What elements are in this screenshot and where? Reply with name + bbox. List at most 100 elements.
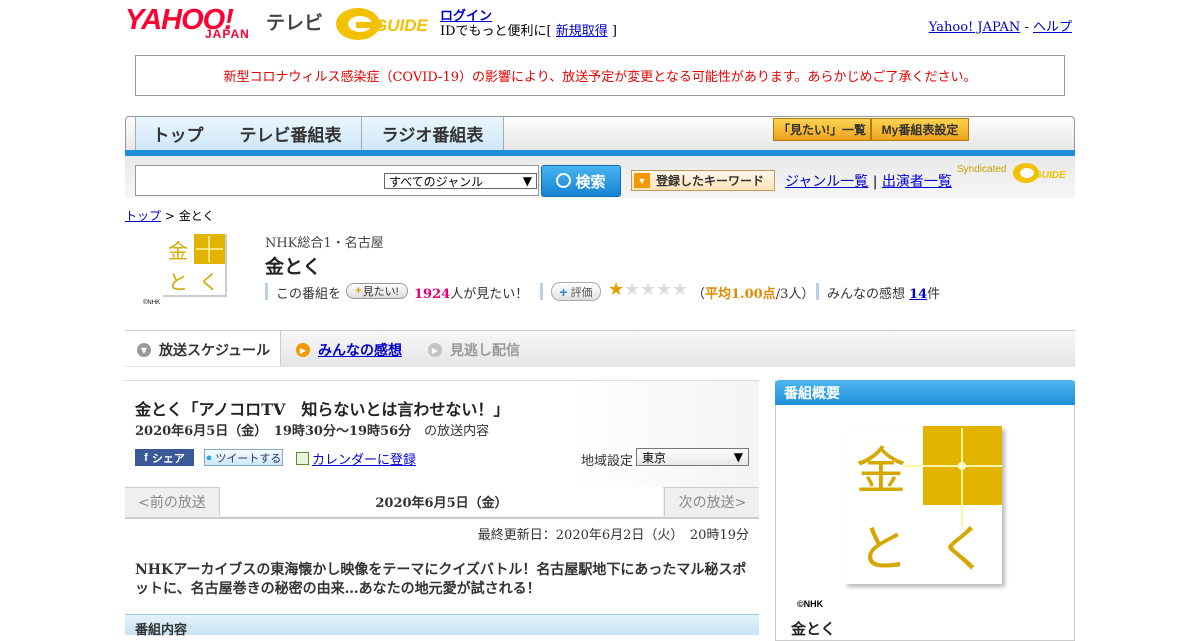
want-suffix: 人が見たい！ xyxy=(450,287,529,302)
tab-schedule[interactable]: ▼ 放送スケジュール xyxy=(137,340,270,360)
keyword-button[interactable]: ▼ 登録したキーワード xyxy=(631,170,775,191)
star-empty-icon: ★ xyxy=(672,279,689,300)
rate-button-label: 評価 xyxy=(570,286,593,299)
want-button[interactable]: + 見たい! xyxy=(346,283,408,299)
share-label: シェア xyxy=(151,452,185,465)
divider xyxy=(265,283,268,300)
tab-catchup[interactable]: ▶ 見逃し配信 xyxy=(428,340,520,360)
star-empty-icon: ★ xyxy=(656,279,673,300)
program-image: 金 と く xyxy=(844,426,1002,584)
tab-schedule-label: 放送スケジュール xyxy=(159,343,271,359)
yahoo-japan-label: JAPAN xyxy=(205,27,250,41)
rating-open: （ xyxy=(692,287,706,302)
genre-links: ジャンル一覧 | 出演者一覧 xyxy=(785,171,952,191)
episode-datetime-line: 2020年6月5日（金） 19時30分～19時56分 の放送内容 xyxy=(135,420,489,439)
breadcrumb-current: 金とく xyxy=(178,209,215,223)
impressions-count-link[interactable]: 14 xyxy=(909,287,927,302)
rating-average: 平均1.00点 xyxy=(705,287,776,302)
search-button[interactable]: 検索 xyxy=(541,165,621,197)
login-sub-prefix: IDでもっと便利に[ xyxy=(440,24,556,39)
chevron-right-icon: ▶ xyxy=(296,343,310,357)
genre-select[interactable]: すべてのジャンル ▼ xyxy=(384,173,537,189)
genre-links-separator: | xyxy=(872,174,878,190)
svg-text:金: 金 xyxy=(168,239,188,263)
overview-program-name: 金とく xyxy=(791,620,836,638)
performers-link[interactable]: 出演者一覧 xyxy=(882,174,952,190)
breadcrumb: トップ > 金とく xyxy=(125,207,214,224)
search-button-label: 検索 xyxy=(575,173,606,191)
plus-icon: + xyxy=(355,285,362,297)
last-updated: 最終更新日：2020年6月2日（火） 20時19分 xyxy=(477,528,749,543)
program-logo: 金 と く xyxy=(163,234,227,297)
tab-tv-schedule[interactable]: テレビ番組表 xyxy=(220,117,362,150)
next-broadcast-button[interactable]: 次の放送> xyxy=(664,487,760,516)
tab-radio-schedule[interactable]: ラジオ番組表 xyxy=(362,117,504,150)
login-sub: IDでもっと便利に[ 新規取得 ] xyxy=(440,20,617,39)
calendar-register[interactable]: カレンダーに登録 xyxy=(296,449,416,468)
rating-count: /3人） xyxy=(775,287,815,302)
svg-text:GUIDE: GUIDE xyxy=(1034,170,1066,181)
episode-description: NHKアーカイブスの東海懐かし映像をテーマにクイズバトル！名古屋駅地下にあったマ… xyxy=(135,562,747,597)
episode-datetime-suffix: の放送内容 xyxy=(411,424,490,439)
search-icon xyxy=(556,172,572,188)
impressions-suffix: 件 xyxy=(927,287,941,302)
star-filled-icon: ★ xyxy=(608,279,625,300)
svg-text:く: く xyxy=(938,520,988,578)
facebook-share-button[interactable]: f シェア xyxy=(135,449,194,466)
tv-label: テレビ xyxy=(266,13,324,34)
episode-title: 金とく「アノコロTV 知らないとは言わせない！」 xyxy=(135,400,510,419)
facebook-icon: f xyxy=(144,451,148,464)
help-link[interactable]: ヘルプ xyxy=(1033,20,1072,35)
star-empty-icon: ★ xyxy=(640,279,657,300)
tab-impressions[interactable]: ▶ みんなの感想 xyxy=(296,340,402,360)
genre-list-link[interactable]: ジャンル一覧 xyxy=(785,174,868,190)
tab-catchup-label: 見逃し配信 xyxy=(450,343,520,359)
prev-broadcast-button[interactable]: <前の放送 xyxy=(125,487,220,516)
program-channel: NHK総合1・名古屋 xyxy=(265,236,384,251)
star-empty-icon: ★ xyxy=(624,279,641,300)
svg-text:と: と xyxy=(168,270,188,294)
breadcrumb-top[interactable]: トップ xyxy=(125,209,161,223)
impressions-prefix: みんなの感想 xyxy=(827,287,910,302)
tweet-button[interactable]: ● ツイートする xyxy=(204,449,283,466)
divider xyxy=(816,283,819,300)
arrow-down-icon: ▼ xyxy=(634,173,650,188)
tweet-label: ツイートする xyxy=(215,452,282,465)
select-arrow-icon: ▼ xyxy=(733,450,743,464)
want-count-line: 1924人が見たい！ xyxy=(414,283,528,302)
calendar-link[interactable]: カレンダーに登録 xyxy=(312,453,416,468)
want-button-label: 見たい! xyxy=(362,286,399,298)
program-logo-credit: ©NHK xyxy=(143,300,161,306)
want-prefix: この番組を xyxy=(276,287,342,302)
chevron-right-icon: ▶ xyxy=(428,343,442,357)
calendar-icon xyxy=(296,452,309,465)
region-label: 地域設定 xyxy=(581,454,634,469)
want-count: 1924 xyxy=(414,287,451,302)
covid-notice: 新型コロナウィルス感染症（COVID-19）の影響により、放送予定が変更となる可… xyxy=(135,55,1065,96)
section-title: 番組内容 xyxy=(135,623,188,638)
tab-impressions-label: みんなの感想 xyxy=(318,343,402,359)
genre-select-value: すべてのジャンル xyxy=(389,174,484,189)
twitter-icon: ● xyxy=(205,451,213,464)
keyword-button-label: 登録したキーワード xyxy=(656,174,765,188)
region-select[interactable]: 東京 ▼ xyxy=(636,448,749,466)
divider xyxy=(540,283,543,300)
my-settings-button[interactable]: My番組表設定 xyxy=(871,118,969,141)
rate-button[interactable]: + 評価 xyxy=(551,282,601,301)
yahoo-japan-link[interactable]: Yahoo! JAPAN xyxy=(929,20,1021,35)
gguide-logo[interactable]: GUIDE xyxy=(334,6,430,42)
select-arrow-icon: ▼ xyxy=(522,174,532,188)
breadcrumb-separator: > xyxy=(161,209,179,223)
plus-icon: + xyxy=(559,283,568,300)
chevron-down-icon: ▼ xyxy=(137,343,151,357)
tab-top[interactable]: トップ xyxy=(135,117,221,150)
signup-link[interactable]: 新規取得 xyxy=(556,24,608,39)
mitai-list-button[interactable]: 「見たい!」一覧 xyxy=(773,118,871,141)
svg-text:く: く xyxy=(199,270,219,294)
gguide-small-logo: GUIDE xyxy=(1012,161,1068,185)
link-separator: - xyxy=(1020,20,1033,35)
svg-text:金: 金 xyxy=(856,442,906,500)
syndicated-label: Syndicated xyxy=(957,164,1007,175)
program-title: 金とく xyxy=(265,256,322,278)
current-broadcast-date: 2020年6月5日（金） xyxy=(220,487,663,516)
